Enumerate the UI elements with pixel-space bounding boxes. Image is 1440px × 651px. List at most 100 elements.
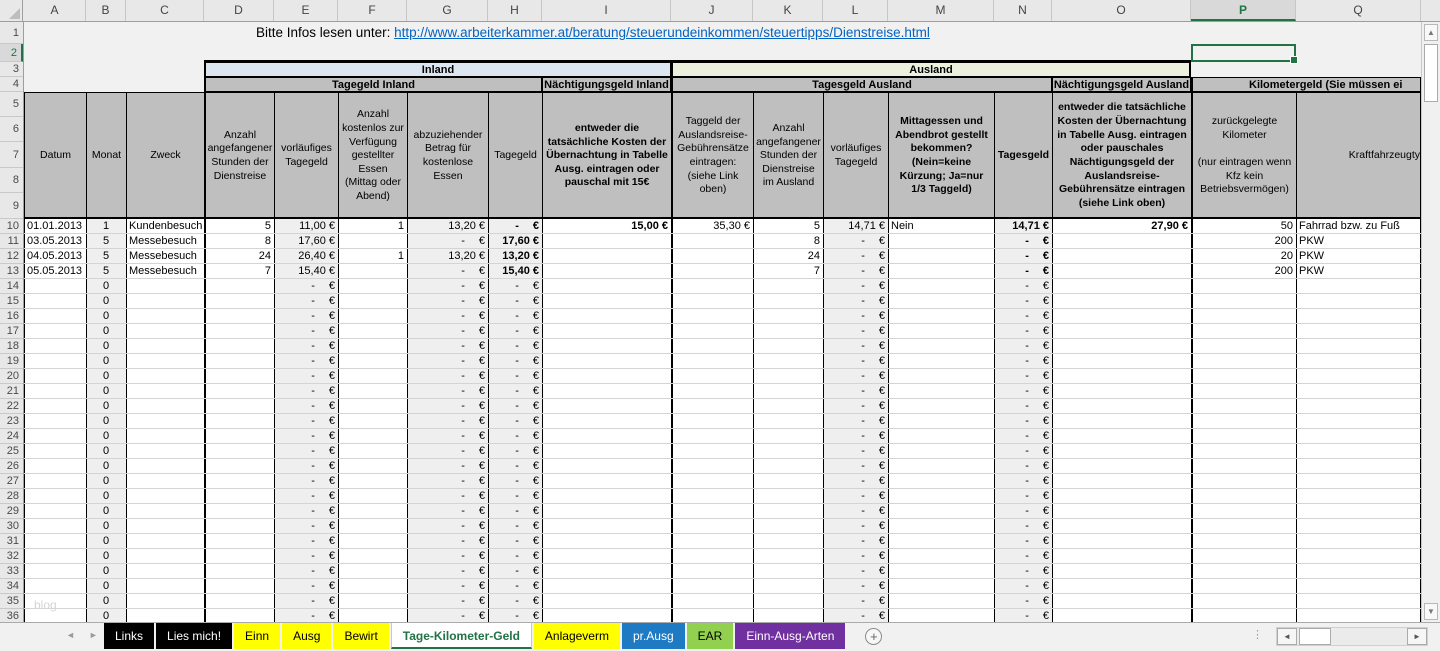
header-cell-L[interactable]: vorläufiges Tagegeld: [823, 92, 888, 219]
header-cell-A[interactable]: Datum: [24, 92, 86, 219]
cell-L26[interactable]: -€: [823, 459, 888, 474]
cell-L20[interactable]: -€: [823, 369, 888, 384]
column-header-J[interactable]: J: [671, 0, 753, 21]
cell-L21[interactable]: -€: [823, 384, 888, 399]
header-cell-Q[interactable]: Kraftfahrzeugty: [1296, 92, 1421, 219]
row-header-8[interactable]: 8: [0, 168, 23, 193]
cell-E12[interactable]: 26,40 €: [274, 249, 338, 264]
cell-E10[interactable]: 11,00 €: [274, 219, 338, 234]
cell-N26[interactable]: -€: [994, 459, 1052, 474]
cell-E13[interactable]: 15,40 €: [274, 264, 338, 279]
cell-N18[interactable]: -€: [994, 339, 1052, 354]
sheet-tab-lies-mich-[interactable]: Lies mich!: [156, 623, 232, 649]
column-header-E[interactable]: E: [274, 0, 338, 21]
cell-N17[interactable]: -€: [994, 324, 1052, 339]
cell-H14[interactable]: -€: [488, 279, 542, 294]
cell-G17[interactable]: -€: [407, 324, 488, 339]
row-header-5[interactable]: 5: [0, 92, 23, 117]
cell-E20[interactable]: -€: [274, 369, 338, 384]
cell-G14[interactable]: -€: [407, 279, 488, 294]
header-cell-K[interactable]: Anzahl angefangener Stunden der Dienstre…: [753, 92, 823, 219]
row-header-15[interactable]: 15: [0, 294, 23, 309]
cell-H15[interactable]: -€: [488, 294, 542, 309]
cell-H30[interactable]: -€: [488, 519, 542, 534]
new-sheet-button[interactable]: +: [865, 628, 882, 645]
cell-L17[interactable]: -€: [823, 324, 888, 339]
row-header-14[interactable]: 14: [0, 279, 23, 294]
column-header-Q[interactable]: Q: [1296, 0, 1421, 21]
cell-N23[interactable]: -€: [994, 414, 1052, 429]
cell-Q12[interactable]: PKW: [1296, 249, 1421, 264]
row-header-18[interactable]: 18: [0, 339, 23, 354]
header-cell-M[interactable]: Mittagessen und Abendbrot gestellt bekom…: [888, 92, 994, 219]
cell-B36[interactable]: 0: [86, 609, 126, 622]
row-header-17[interactable]: 17: [0, 324, 23, 339]
subheader-tagesgeld-ausland[interactable]: Tagesgeld Ausland: [671, 77, 1052, 92]
cell-H19[interactable]: -€: [488, 354, 542, 369]
sheet-tab-tage-kilometer-geld[interactable]: Tage-Kilometer-Geld: [391, 623, 532, 649]
header-cell-N[interactable]: Tagesgeld: [994, 92, 1052, 219]
cell-E16[interactable]: -€: [274, 309, 338, 324]
info-link[interactable]: http://www.arbeiterkammer.at/beratung/st…: [394, 25, 930, 40]
cell-G11[interactable]: -€: [407, 234, 488, 249]
header-cell-O[interactable]: entweder die tatsächliche Kosten der Übe…: [1052, 92, 1191, 219]
cell-B20[interactable]: 0: [86, 369, 126, 384]
sheet-tab-links[interactable]: Links: [104, 623, 154, 649]
row-header-3[interactable]: 3: [0, 62, 23, 77]
cell-N36[interactable]: -€: [994, 609, 1052, 622]
row-header-24[interactable]: 24: [0, 429, 23, 444]
cell-Q11[interactable]: PKW: [1296, 234, 1421, 249]
cell-H33[interactable]: -€: [488, 564, 542, 579]
cell-B32[interactable]: 0: [86, 549, 126, 564]
cell-H29[interactable]: -€: [488, 504, 542, 519]
cell-E19[interactable]: -€: [274, 354, 338, 369]
row-header-36[interactable]: 36: [0, 609, 23, 622]
cell-P11[interactable]: 200: [1191, 234, 1296, 249]
cell-N12[interactable]: -€: [994, 249, 1052, 264]
sheet-tab-pr-ausg[interactable]: pr.Ausg: [622, 623, 685, 649]
cell-H18[interactable]: -€: [488, 339, 542, 354]
merged-header-inland[interactable]: Inland: [204, 62, 671, 77]
cell-N22[interactable]: -€: [994, 399, 1052, 414]
cell-B26[interactable]: 0: [86, 459, 126, 474]
row-header-19[interactable]: 19: [0, 354, 23, 369]
cell-G30[interactable]: -€: [407, 519, 488, 534]
cell-L32[interactable]: -€: [823, 549, 888, 564]
cell-G16[interactable]: -€: [407, 309, 488, 324]
cell-B15[interactable]: 0: [86, 294, 126, 309]
cell-B12[interactable]: 5: [86, 249, 126, 264]
cell-L16[interactable]: -€: [823, 309, 888, 324]
cell-B29[interactable]: 0: [86, 504, 126, 519]
sheet-tab-bewirt[interactable]: Bewirt: [333, 623, 388, 649]
cell-B10[interactable]: 1: [86, 219, 126, 234]
cell-N33[interactable]: -€: [994, 564, 1052, 579]
sheet-tab-anlageverm[interactable]: Anlageverm: [534, 623, 620, 649]
cell-H35[interactable]: -€: [488, 594, 542, 609]
column-header-N[interactable]: N: [994, 0, 1052, 21]
column-header-F[interactable]: F: [338, 0, 407, 21]
cell-N11[interactable]: -€: [994, 234, 1052, 249]
cell-E26[interactable]: -€: [274, 459, 338, 474]
row-header-31[interactable]: 31: [0, 534, 23, 549]
row-header-21[interactable]: 21: [0, 384, 23, 399]
header-cell-I[interactable]: entweder die tatsächliche Kosten der Übe…: [542, 92, 671, 219]
row-header-27[interactable]: 27: [0, 474, 23, 489]
cell-B23[interactable]: 0: [86, 414, 126, 429]
cell-L18[interactable]: -€: [823, 339, 888, 354]
cell-G18[interactable]: -€: [407, 339, 488, 354]
sheet-tab-einn-ausg-arten[interactable]: Einn-Ausg-Arten: [735, 623, 845, 649]
subheader-naechtigungsgeld-ausland[interactable]: Nächtigungsgeld Ausland: [1052, 77, 1191, 92]
row-header-12[interactable]: 12: [0, 249, 23, 264]
cell-B22[interactable]: 0: [86, 399, 126, 414]
cell-B33[interactable]: 0: [86, 564, 126, 579]
cell-L31[interactable]: -€: [823, 534, 888, 549]
row-header-22[interactable]: 22: [0, 399, 23, 414]
cell-L13[interactable]: -€: [823, 264, 888, 279]
cell-L33[interactable]: -€: [823, 564, 888, 579]
cell-N16[interactable]: -€: [994, 309, 1052, 324]
cell-P13[interactable]: 200: [1191, 264, 1296, 279]
subheader-naechtigungsgeld-inland[interactable]: Nächtigungsgeld Inland: [542, 77, 671, 92]
cell-C13[interactable]: Messebesuch: [126, 264, 204, 279]
cell-H20[interactable]: -€: [488, 369, 542, 384]
cell-G15[interactable]: -€: [407, 294, 488, 309]
